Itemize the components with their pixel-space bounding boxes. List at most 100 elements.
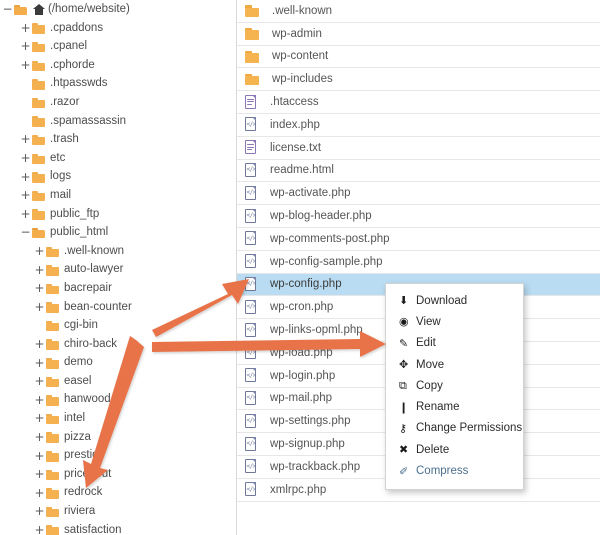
context-menu-item-move[interactable]: ✥ Move	[386, 354, 523, 375]
context-menu-item-view[interactable]: ◉ View	[386, 311, 523, 332]
context-menu-item-label: Delete	[416, 443, 450, 456]
context-menu-item-edit[interactable]: ✎ Edit	[386, 333, 523, 354]
context-menu-item-label: Compress	[416, 465, 469, 478]
context-menu-item-delete[interactable]: ✖ Delete	[386, 439, 523, 460]
code-file-icon: </>	[245, 459, 258, 474]
tree-item-cphorde[interactable]: + .cphorde	[0, 56, 236, 75]
file-row[interactable]: </> wp-activate.php	[237, 182, 600, 206]
tree-expander[interactable]: +	[34, 505, 45, 517]
context-menu-item-change-permissions[interactable]: ⚷ Change Permissions	[386, 418, 523, 439]
tree-item-riviera[interactable]: + riviera	[0, 502, 236, 521]
tree-item-label: pizza	[64, 430, 91, 443]
tree-item-chiro-back[interactable]: + chiro-back	[0, 335, 236, 354]
folder-icon	[46, 413, 60, 425]
tree-item-demo[interactable]: + demo	[0, 353, 236, 372]
tree-expander[interactable]: +	[34, 450, 45, 462]
folder-icon	[32, 97, 46, 109]
tree-item-redrock[interactable]: + redrock	[0, 483, 236, 502]
tree-expander[interactable]: +	[20, 22, 31, 34]
folder-icon	[46, 394, 60, 406]
file-row[interactable]: </> index.php	[237, 113, 600, 137]
context-menu-item-compress[interactable]: ✐ Compress	[386, 460, 523, 481]
tree-item-satisfaction[interactable]: + satisfaction	[0, 521, 236, 535]
tree-expander[interactable]: +	[34, 338, 45, 350]
tree-item-label: etc	[50, 151, 66, 164]
file-row[interactable]: </> wp-config-sample.php	[237, 250, 600, 274]
folder-icon	[32, 134, 46, 146]
context-menu-item-label: Rename	[416, 401, 460, 414]
folder-icon	[46, 357, 60, 369]
tree-item-trash[interactable]: + .trash	[0, 130, 236, 149]
tree-expander[interactable]: +	[34, 468, 45, 480]
tree-expander[interactable]: +	[34, 412, 45, 424]
tree-item-pricedout[interactable]: + pricedout	[0, 465, 236, 484]
file-row[interactable]: wp-admin	[237, 22, 600, 46]
tree-expander[interactable]: +	[34, 301, 45, 313]
context-menu-item-copy[interactable]: ⧉ Copy	[386, 375, 523, 396]
tree-item-mail[interactable]: + mail	[0, 186, 236, 205]
tree-expander[interactable]: −	[20, 226, 31, 238]
file-row[interactable]: license.txt	[237, 136, 600, 160]
tree-item-etc[interactable]: + etc	[0, 149, 236, 168]
tree-expander[interactable]: +	[34, 394, 45, 406]
folder-icon	[245, 50, 260, 63]
file-context-menu[interactable]: ⬇ Download ◉ View ✎ Edit ✥ Move ⧉ Copy ❙ Rename ⚷ Cha…	[385, 283, 524, 490]
tree-expander[interactable]: +	[20, 152, 31, 164]
tree-expander-root[interactable]: −	[2, 3, 13, 15]
tree-item-cpanel[interactable]: + .cpanel	[0, 37, 236, 56]
tree-item-hanwood[interactable]: + hanwood	[0, 390, 236, 409]
context-menu-item-download[interactable]: ⬇ Download	[386, 290, 523, 311]
tree-item-razor[interactable]: .razor	[0, 93, 236, 112]
open-folder-icon	[32, 227, 46, 239]
tree-item-intel[interactable]: + intel	[0, 409, 236, 428]
tree-item-spamassassin[interactable]: .spamassassin	[0, 112, 236, 131]
tree-expander[interactable]: +	[20, 133, 31, 145]
code-file-icon: </>	[245, 208, 258, 224]
file-name-label: wp-links-opml.php	[270, 324, 363, 337]
tree-expander[interactable]: +	[20, 208, 31, 220]
tree-item-cpaddons[interactable]: + .cpaddons	[0, 19, 236, 38]
tree-item-easel[interactable]: + easel	[0, 372, 236, 391]
tree-expander[interactable]: +	[34, 282, 45, 294]
file-row[interactable]: wp-includes	[237, 68, 600, 92]
file-row[interactable]: </> wp-blog-header.php	[237, 205, 600, 228]
tree-item-root[interactable]: − (/home/website)	[0, 0, 236, 19]
tree-expander[interactable]: +	[20, 189, 31, 201]
tree-expander[interactable]: +	[20, 171, 31, 183]
folder-icon	[32, 78, 46, 90]
folder-icon	[32, 115, 46, 127]
tree-expander[interactable]: +	[20, 40, 31, 52]
tree-item-bacrepair[interactable]: + bacrepair	[0, 279, 236, 298]
file-name-label: index.php	[270, 118, 320, 131]
folder-icon	[46, 469, 60, 481]
file-row[interactable]: .well-known	[237, 0, 600, 23]
file-row[interactable]: .htaccess	[237, 91, 600, 114]
tree-item-public-ftp[interactable]: + public_ftp	[0, 205, 236, 224]
file-row[interactable]: </> readme.html	[237, 159, 600, 183]
tree-item-pizza[interactable]: + pizza	[0, 428, 236, 447]
tree-expander[interactable]: +	[34, 357, 45, 369]
tree-expander[interactable]: +	[34, 375, 45, 387]
tree-item-bean-counter[interactable]: + bean-counter	[0, 298, 236, 317]
code-file-icon: </>	[245, 345, 258, 360]
tree-item-prestige[interactable]: + prestige	[0, 446, 236, 465]
file-row[interactable]: </> wp-comments-post.php	[237, 227, 600, 251]
tree-expander[interactable]: +	[34, 264, 45, 276]
file-name-label: .htaccess	[270, 96, 319, 109]
tree-item-public-html[interactable]: − public_html	[0, 223, 236, 242]
directory-tree-pane[interactable]: − (/home/website) + .cpaddons + .cpanel + .cp…	[0, 0, 236, 535]
context-menu-item-rename[interactable]: ❙ Rename	[386, 396, 523, 417]
tree-expander[interactable]: +	[34, 487, 45, 499]
tree-item-well-known[interactable]: + .well-known	[0, 242, 236, 261]
tree-item-logs[interactable]: + logs	[0, 167, 236, 186]
tree-item-auto-lawyer[interactable]: + auto-lawyer	[0, 260, 236, 279]
open-folder-icon	[14, 4, 28, 16]
tree-expander[interactable]: +	[34, 524, 45, 535]
tree-expander[interactable]: +	[34, 431, 45, 443]
file-row[interactable]: wp-content	[237, 45, 600, 69]
tree-expander[interactable]: +	[34, 245, 45, 257]
tree-item-cgi-bin[interactable]: cgi-bin	[0, 316, 236, 335]
tree-item-htpasswds[interactable]: .htpasswds	[0, 74, 236, 93]
tree-expander[interactable]: +	[20, 59, 31, 71]
tree-item-label: public_html	[50, 226, 109, 239]
